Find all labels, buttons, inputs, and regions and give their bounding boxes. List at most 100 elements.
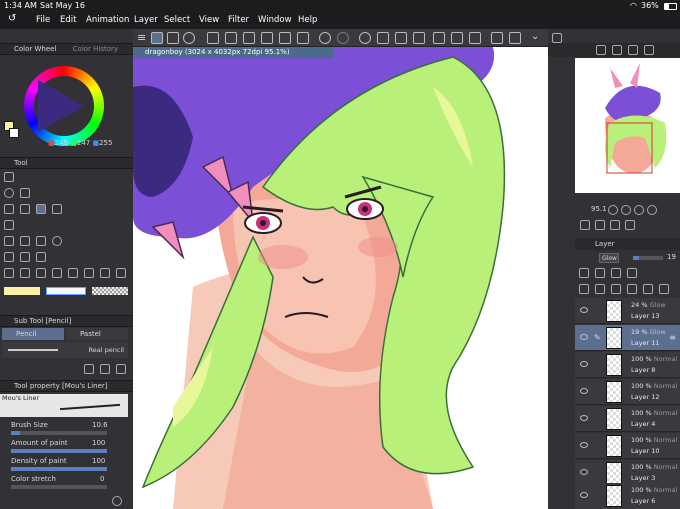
dropper-icon[interactable] xyxy=(36,252,46,262)
sparkle-icon[interactable] xyxy=(4,220,14,230)
duplicate-subtool-icon[interactable] xyxy=(100,364,110,374)
circle-select-icon[interactable] xyxy=(52,236,62,246)
clip-icon[interactable] xyxy=(579,268,589,278)
pen-mode-icon[interactable] xyxy=(151,32,163,44)
layer-row[interactable]: 100 % Normal Layer 8 xyxy=(575,352,680,378)
layer-row[interactable]: 24 % Glow Layer 13 xyxy=(575,298,680,324)
visibility-icon[interactable] xyxy=(580,469,588,475)
figure-icon[interactable] xyxy=(4,268,14,278)
checkmark-icon[interactable] xyxy=(509,32,521,44)
crop-icon[interactable] xyxy=(451,32,463,44)
blend-mode-select[interactable]: Glow xyxy=(599,253,619,263)
undo-icon[interactable] xyxy=(319,32,331,44)
info-tab-icon[interactable] xyxy=(628,45,638,55)
brush-icon[interactable] xyxy=(20,236,30,246)
view-icon[interactable] xyxy=(183,32,195,44)
save-icon[interactable] xyxy=(243,32,255,44)
new-vector-icon[interactable] xyxy=(595,284,605,294)
reference-icon[interactable] xyxy=(595,268,605,278)
correction-icon[interactable] xyxy=(100,268,110,278)
layer-menu-icon[interactable]: ≡ xyxy=(669,333,676,342)
color-triangle[interactable] xyxy=(38,80,84,132)
balloon-icon[interactable] xyxy=(68,268,78,278)
sub-color-swatch[interactable] xyxy=(9,128,19,138)
right-panel-toggle-icon[interactable] xyxy=(552,33,562,43)
transparent-color-bar[interactable] xyxy=(92,287,128,295)
ruler-toggle-icon[interactable] xyxy=(167,32,179,44)
check-icon[interactable] xyxy=(491,32,503,44)
tab-color-wheel[interactable]: Color Wheel xyxy=(14,45,56,53)
merge-icon[interactable] xyxy=(627,284,637,294)
brush-item-real-pencil[interactable]: Real pencil xyxy=(2,342,128,358)
rotate-right-icon[interactable] xyxy=(595,220,605,230)
property-density-of-paint[interactable]: Density of paint 100 xyxy=(0,457,133,475)
visibility-icon[interactable] xyxy=(580,388,588,394)
add-subtool-icon[interactable] xyxy=(84,364,94,374)
property-slider[interactable] xyxy=(11,449,107,453)
import-icon[interactable] xyxy=(279,32,291,44)
clear-icon[interactable] xyxy=(377,32,389,44)
sub-color-bar[interactable] xyxy=(46,287,86,295)
operation-icon[interactable] xyxy=(20,204,30,214)
layer-property-tab-icon[interactable] xyxy=(644,45,654,55)
frame-icon[interactable] xyxy=(52,268,62,278)
fill-bucket-icon[interactable] xyxy=(395,32,407,44)
visibility-icon[interactable] xyxy=(580,415,588,421)
gradient-icon[interactable] xyxy=(4,252,14,262)
navigator-tab-icon[interactable] xyxy=(596,45,606,55)
mask-icon[interactable] xyxy=(643,284,653,294)
menu-animation[interactable]: Animation xyxy=(86,15,129,25)
eraser-icon[interactable] xyxy=(4,236,14,246)
pen-tool-icon[interactable] xyxy=(36,204,46,214)
menu-select[interactable]: Select xyxy=(164,15,190,25)
menu-view[interactable]: View xyxy=(199,15,219,25)
sub-view-tab-icon[interactable] xyxy=(612,45,622,55)
transform-icon[interactable] xyxy=(413,32,425,44)
deselect-icon[interactable] xyxy=(433,32,445,44)
property-brush-size[interactable]: Brush Size 10.6 xyxy=(0,421,133,439)
fill-icon[interactable] xyxy=(52,204,62,214)
export-icon[interactable] xyxy=(261,32,273,44)
menu-file[interactable]: File xyxy=(36,15,50,25)
color-wheel[interactable] xyxy=(24,66,104,146)
property-color-stretch[interactable]: Color stretch 0 xyxy=(0,475,133,493)
new-folder-icon[interactable] xyxy=(611,284,621,294)
canvas-tab[interactable]: dragonboy (3024 x 4032px 72dpi 95.1%) xyxy=(133,47,333,58)
fit-icon[interactable] xyxy=(634,205,644,215)
blend-icon[interactable] xyxy=(20,252,30,262)
navigator-preview[interactable] xyxy=(575,58,680,193)
open-file-icon[interactable] xyxy=(225,32,237,44)
property-slider[interactable] xyxy=(11,431,107,435)
layer-row-selected[interactable]: ✎ 19 % Glow Layer 11 ≡ xyxy=(575,325,680,351)
tab-pencil[interactable]: Pencil xyxy=(2,328,64,340)
eyedropper-icon[interactable] xyxy=(36,236,46,246)
property-slider[interactable] xyxy=(11,467,107,471)
spinner-icon[interactable] xyxy=(359,32,371,44)
visibility-icon[interactable] xyxy=(580,334,588,340)
visibility-icon[interactable] xyxy=(580,307,588,313)
property-slider[interactable] xyxy=(11,485,107,489)
property-amount-of-paint[interactable]: Amount of paint 100 xyxy=(0,439,133,457)
new-file-icon[interactable] xyxy=(207,32,219,44)
hamburger-icon[interactable]: ≡ xyxy=(137,31,146,44)
line-icon[interactable] xyxy=(84,268,94,278)
app-logo-icon[interactable]: ↺ xyxy=(8,13,16,24)
new-layer-icon[interactable] xyxy=(579,284,589,294)
menu-help[interactable]: Help xyxy=(298,15,317,25)
actual-size-icon[interactable] xyxy=(647,205,657,215)
delete-subtool-icon[interactable] xyxy=(116,364,126,374)
zoom-out-icon[interactable] xyxy=(608,205,618,215)
visibility-icon[interactable] xyxy=(580,492,588,498)
zoom-icon[interactable] xyxy=(4,188,14,198)
invert-icon[interactable] xyxy=(469,32,481,44)
auto-select-icon[interactable] xyxy=(20,188,30,198)
chevron-down-icon[interactable]: ⌄ xyxy=(531,31,539,42)
visibility-icon[interactable] xyxy=(580,442,588,448)
reset-rotation-icon[interactable] xyxy=(625,220,635,230)
lock-icon[interactable] xyxy=(611,268,621,278)
hand-icon[interactable] xyxy=(4,172,14,182)
triangle-icon[interactable] xyxy=(116,268,126,278)
flip-icon[interactable] xyxy=(610,220,620,230)
menu-edit[interactable]: Edit xyxy=(60,15,76,25)
lock-transparency-icon[interactable] xyxy=(627,268,637,278)
